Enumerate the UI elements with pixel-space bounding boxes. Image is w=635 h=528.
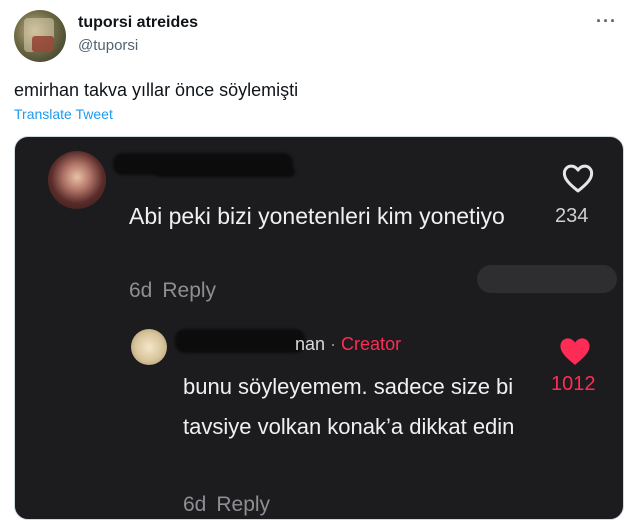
reply-meta: 6d Reply	[183, 493, 270, 517]
commenter-avatar	[48, 151, 106, 209]
avatar[interactable]	[14, 10, 66, 62]
creator-name-line: nan · Creator	[295, 334, 401, 355]
heart-filled-icon	[560, 338, 590, 365]
creator-avatar	[131, 329, 167, 365]
reply-reply-button: Reply	[216, 493, 271, 516]
comment-text: Abi peki bizi yonetenleri kim yonetiyo	[129, 203, 505, 229]
separator-dot: ·	[330, 334, 337, 354]
comment-age: 6d	[129, 279, 153, 302]
comment-meta: 6d Reply	[129, 279, 216, 303]
comment-reply-button: Reply	[162, 279, 217, 302]
heart-outline-icon	[562, 164, 594, 193]
creator-name-suffix: nan	[295, 334, 326, 354]
redacted-creator-name	[175, 329, 305, 353]
reply-text: bunu söyleyemem. sadece size bi tavsiye …	[183, 374, 515, 439]
user-handle[interactable]: @tuporsi	[78, 37, 138, 54]
translate-tweet-link[interactable]: Translate Tweet	[14, 106, 113, 122]
blurred-pill	[477, 265, 617, 293]
redacted-username-strip	[155, 167, 295, 177]
ellipsis-icon[interactable]: ···	[596, 11, 617, 32]
tweet-text: emirhan takva yıllar önce söylemişti	[14, 80, 299, 100]
display-name[interactable]: tuporsi atreides	[78, 14, 198, 32]
comment-like-count: 234	[555, 205, 589, 227]
reply-like-count: 1012	[551, 373, 596, 395]
reply-age: 6d	[183, 493, 207, 516]
creator-badge: Creator	[341, 334, 402, 354]
tweet-image[interactable]: Abi peki bizi yonetenleri kim yonetiyo 6…	[14, 136, 624, 520]
